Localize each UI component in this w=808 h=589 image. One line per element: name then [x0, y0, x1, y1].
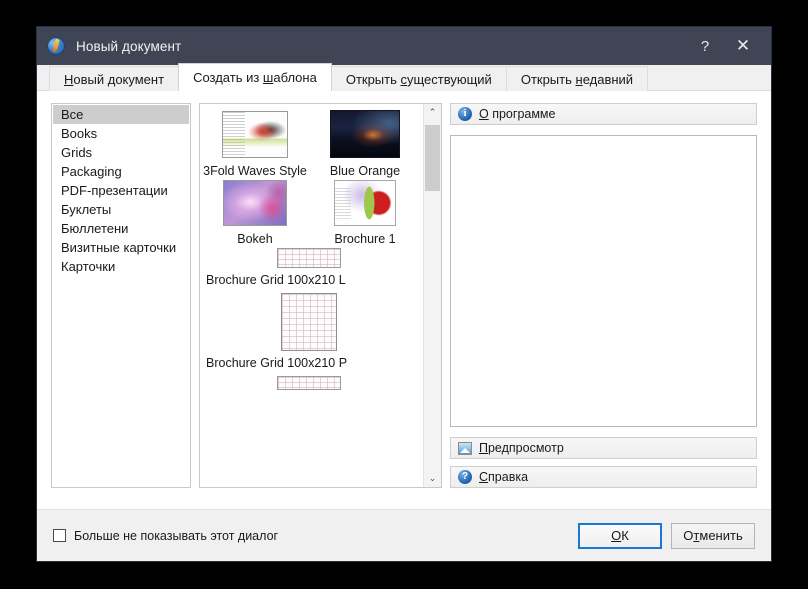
window-title: Новый документ [76, 38, 182, 54]
template-row [204, 248, 419, 268]
category-item-grids[interactable]: Grids [53, 143, 189, 162]
info-panel: i О программе Предпросмотр ? Справка [450, 103, 757, 488]
template-item-brochure-1[interactable]: Brochure 1 [314, 180, 416, 246]
template-label: Brochure 1 [334, 232, 396, 246]
scribus-icon [47, 37, 65, 55]
template-thumbnail [277, 248, 341, 268]
help-rest: правка [488, 470, 529, 484]
tab-label-pre: Открыть [520, 72, 576, 87]
template-thumbnail [277, 376, 341, 390]
template-thumbnail [222, 111, 288, 158]
tab-label-pre: Открыть [345, 72, 401, 87]
scroll-up-icon[interactable]: ⌃ [424, 104, 441, 121]
template-row: 3Fold Waves Style Blue Orange [203, 110, 419, 178]
checkbox-label: Больше не показывать этот диалог [74, 528, 279, 543]
tab-open-existing[interactable]: Открыть существующий [330, 66, 507, 91]
template-row-partial [204, 376, 419, 390]
category-item-books[interactable]: Books [53, 124, 189, 143]
dialog-body: Все Books Grids Packaging PDF-презентаци… [37, 91, 771, 509]
titlebar-help-button[interactable]: ? [685, 27, 725, 65]
tab-label-post: едавний [582, 72, 634, 87]
template-grid[interactable]: 3Fold Waves Style Blue Orange Bokeh Broc [200, 104, 423, 487]
template-item-3fold-waves-style[interactable]: 3Fold Waves Style [203, 111, 307, 178]
category-item-pdf-presentations[interactable]: PDF-презентации [53, 181, 189, 200]
template-row: Bokeh Brochure 1 [204, 180, 419, 246]
tab-accel: н [575, 72, 583, 87]
title-bar: Новый документ ? ✕ [37, 27, 771, 65]
tab-accel: ш [262, 70, 274, 85]
help-button[interactable]: ? Справка [450, 466, 757, 488]
template-thumbnail [281, 293, 337, 351]
template-item-blue-orange[interactable]: Blue Orange [314, 110, 416, 178]
tab-strip: Новый документ Создать из шаблона Открыт… [37, 63, 771, 91]
titlebar-close-button[interactable]: ✕ [723, 27, 763, 65]
image-icon [458, 441, 472, 455]
preview-button[interactable]: Предпросмотр [450, 437, 757, 459]
scrollbar-track[interactable] [424, 121, 441, 470]
template-item-brochure-grid-100x210-l[interactable] [204, 248, 414, 268]
category-item-all[interactable]: Все [53, 105, 189, 124]
template-item-bokeh[interactable]: Bokeh [204, 180, 306, 246]
template-label: Brochure Grid 100x210 L [206, 273, 346, 287]
about-rest: программе [488, 107, 556, 121]
template-label: Brochure Grid 100x210 P [206, 356, 348, 370]
template-item-partial[interactable] [204, 376, 414, 390]
template-label: Blue Orange [329, 164, 401, 178]
about-header[interactable]: i О программе [450, 103, 757, 125]
category-item-booklets[interactable]: Буклеты [53, 200, 189, 219]
description-box [450, 135, 757, 427]
new-document-dialog: Новый документ ? ✕ Новый документ Создат… [36, 26, 772, 562]
preview-rest: редпросмотр [487, 441, 564, 455]
help-label: Справка [479, 470, 528, 484]
ok-button[interactable]: ОК [578, 522, 662, 549]
checkbox-box[interactable] [53, 529, 66, 542]
category-item-packaging[interactable]: Packaging [53, 162, 189, 181]
help-accel: С [479, 470, 489, 484]
tab-create-from-template[interactable]: Создать из шаблона [178, 63, 332, 91]
preview-label: Предпросмотр [479, 441, 564, 455]
template-pane: 3Fold Waves Style Blue Orange Bokeh Broc [199, 103, 442, 488]
template-thumbnail [334, 180, 396, 226]
about-accel: О [479, 107, 489, 121]
dont-show-again-checkbox[interactable]: Больше не показывать этот диалог [53, 529, 278, 543]
template-scrollbar[interactable]: ⌃ ⌄ [423, 104, 441, 487]
cancel-pre: О [683, 528, 694, 543]
tab-label-post: уществующий [407, 72, 492, 87]
category-item-newsletters[interactable]: Бюллетени [53, 219, 189, 238]
cancel-label: Отменить [683, 528, 742, 543]
template-label: 3Fold Waves Style [203, 164, 307, 178]
tab-open-recent[interactable]: Открыть недавний [505, 66, 649, 91]
template-item-brochure-grid-100x210-p[interactable] [204, 293, 414, 351]
category-list[interactable]: Все Books Grids Packaging PDF-презентаци… [51, 103, 191, 488]
template-thumbnail [330, 110, 400, 158]
cancel-post: менить [699, 528, 743, 543]
info-icon: i [458, 107, 472, 121]
scrollbar-thumb[interactable] [425, 125, 440, 191]
category-item-cards[interactable]: Карточки [53, 257, 189, 276]
tab-label-post: овый документ [73, 72, 165, 87]
tab-label-pre: Создать из [193, 70, 263, 85]
preview-accel: П [479, 441, 488, 455]
scroll-down-icon[interactable]: ⌄ [424, 470, 441, 487]
template-row [204, 293, 419, 351]
tab-new-document[interactable]: Новый документ [49, 66, 180, 91]
ok-label: ОК [611, 528, 629, 543]
about-label: О программе [479, 107, 555, 121]
tab-accel: Н [64, 72, 74, 87]
template-thumbnail [223, 180, 287, 226]
template-label: Bokeh [237, 232, 273, 246]
ok-accel: О [611, 528, 622, 543]
category-item-business-cards[interactable]: Визитные карточки [53, 238, 189, 257]
help-icon: ? [458, 470, 472, 484]
ok-rest: К [621, 528, 629, 543]
tab-label-post: аблона [273, 70, 317, 85]
dialog-footer: Больше не показывать этот диалог ОК Отме… [37, 509, 771, 561]
cancel-button[interactable]: Отменить [671, 522, 755, 549]
